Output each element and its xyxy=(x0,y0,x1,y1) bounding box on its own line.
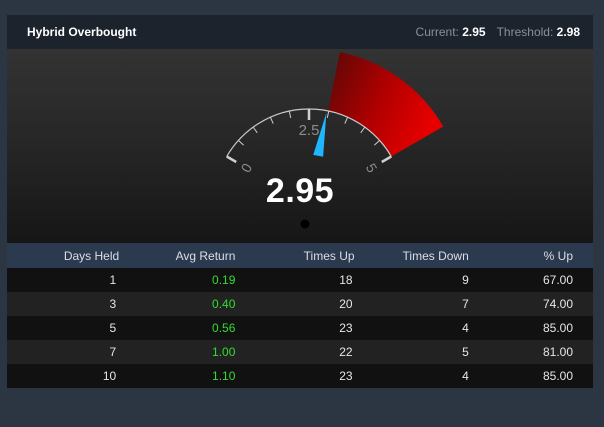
threshold-zone xyxy=(327,52,444,157)
threshold-value: 2.98 xyxy=(556,25,580,39)
gauge-tick xyxy=(238,140,244,146)
table-row: 3 0.40 20 7 74.00 xyxy=(7,292,593,316)
cell-times-down: 5 xyxy=(358,340,476,364)
table-row: 5 0.56 23 4 85.00 xyxy=(7,316,593,340)
cell-times-down: 9 xyxy=(358,268,476,292)
cell-avg-return: 0.40 xyxy=(124,292,242,316)
cell-avg-return: 0.56 xyxy=(124,316,242,340)
cell-avg-return: 1.00 xyxy=(124,340,242,364)
cell-days-held: 1 xyxy=(7,268,125,292)
gauge-tick xyxy=(252,126,258,134)
panel-title: Hybrid Overbought xyxy=(27,25,137,39)
cell-times-down: 7 xyxy=(358,292,476,316)
cell-pct-up: 85.00 xyxy=(475,316,593,340)
cell-times-up: 23 xyxy=(241,316,359,340)
gauge-label-mid: 2.5 xyxy=(299,122,320,139)
table-row: 10 1.10 23 4 85.00 xyxy=(7,364,593,388)
cell-pct-up: 67.00 xyxy=(475,268,593,292)
panel-header: Hybrid Overbought Current: 2.95 Threshold… xyxy=(7,15,593,49)
gauge: 02.55 xyxy=(226,52,444,229)
cell-times-up: 22 xyxy=(241,340,359,364)
hybrid-overbought-panel: Hybrid Overbought Current: 2.95 Threshold… xyxy=(7,15,593,388)
gauge-tick xyxy=(269,117,274,124)
gauge-area: 0 2.5 5 2.95 xyxy=(7,49,593,242)
gauge-tick xyxy=(374,140,380,146)
cell-times-down: 4 xyxy=(358,316,476,340)
gauge-value: 2.95 xyxy=(265,172,335,210)
col-header-times-up: Times Up xyxy=(241,243,359,268)
col-header-days-held: Days Held xyxy=(7,243,125,268)
table-row: 7 1.00 22 5 81.00 xyxy=(7,340,593,364)
gauge-tick xyxy=(288,110,292,119)
cell-pct-up: 85.00 xyxy=(475,364,593,388)
threshold-label: Threshold: xyxy=(496,25,554,39)
cell-avg-return: 1.10 xyxy=(124,364,242,388)
col-header-avg-return: Avg Return xyxy=(124,243,242,268)
cell-times-up: 18 xyxy=(241,268,359,292)
cell-avg-return: 0.19 xyxy=(124,268,242,292)
cell-times-up: 23 xyxy=(241,364,359,388)
current-label: Current: xyxy=(415,25,459,39)
cell-times-down: 4 xyxy=(358,364,476,388)
gauge-pivot xyxy=(300,219,310,229)
cell-days-held: 10 xyxy=(7,364,125,388)
cell-days-held: 5 xyxy=(7,316,125,340)
table-row: 1 0.19 18 9 67.00 xyxy=(7,268,593,292)
cell-days-held: 7 xyxy=(7,340,125,364)
cell-days-held: 3 xyxy=(7,292,125,316)
stats-table-wrap: Days Held Avg Return Times Up Times Down… xyxy=(7,243,593,388)
header-stats: Current: 2.95 Threshold: 2.98 xyxy=(416,25,580,39)
cell-pct-up: 74.00 xyxy=(475,292,593,316)
table-header-row: Days Held Avg Return Times Up Times Down… xyxy=(7,243,593,268)
gauge-tick xyxy=(344,117,349,124)
gauge-tick xyxy=(326,110,330,119)
col-header-times-down: Times Down xyxy=(358,243,476,268)
cell-pct-up: 81.00 xyxy=(475,340,593,364)
stats-table: Days Held Avg Return Times Up Times Down… xyxy=(7,243,593,388)
gauge-tick xyxy=(360,126,366,134)
col-header-pct-up: % Up xyxy=(475,243,593,268)
current-value: 2.95 xyxy=(462,25,486,39)
gauge-tick xyxy=(381,155,392,164)
gauge-tick xyxy=(226,155,237,164)
cell-times-up: 20 xyxy=(241,292,359,316)
